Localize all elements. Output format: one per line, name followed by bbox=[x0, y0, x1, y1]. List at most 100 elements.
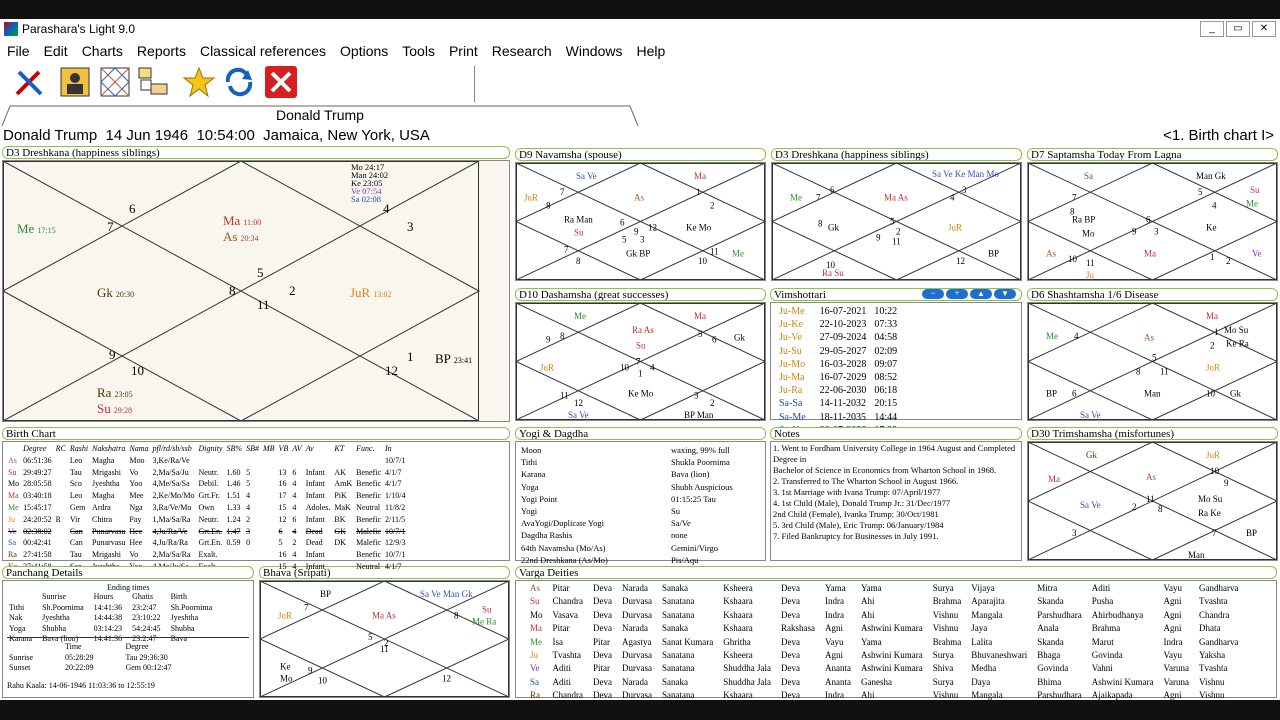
chart-label: 12 bbox=[442, 673, 451, 683]
maximize-button[interactable]: ▭ bbox=[1226, 21, 1250, 37]
table-row[interactable]: Su 29:49:27 Tau Mrigashi Vo 2,Ma/Sa/Ju Neutr. 1… bbox=[8, 468, 407, 478]
sun-row: Sunset 20:22:09 Gem 00:12:47 bbox=[9, 663, 172, 673]
chart-label: Gk bbox=[828, 222, 839, 232]
dasha-row[interactable]: Ju-Su 29-05-2027 02:09 bbox=[779, 346, 903, 357]
dasha-row[interactable]: Ju-Me 16-07-2021 10:22 bbox=[779, 306, 903, 317]
chart-label: 10 bbox=[620, 362, 630, 372]
chart-label: Sa Ve Man Gk bbox=[420, 589, 473, 599]
chart-label: JuR bbox=[1206, 362, 1220, 372]
table-row[interactable]: Ma 03:40:18 Leo Magha Mee 2,Ke/Mo/Mo Grt.Fr. 1.… bbox=[8, 491, 407, 501]
table-row[interactable]: As 06:51:36 Leo Magha Moo 3,Ke/Ra/Ve 10/7/1 bbox=[8, 456, 407, 466]
chart-label: 6 bbox=[1146, 215, 1151, 225]
menu-options[interactable]: Options bbox=[333, 43, 395, 59]
tab-donald-trump[interactable]: Donald Trump bbox=[276, 107, 364, 123]
table-row[interactable]: Ju 24:20:52 R Vir Chitra Pay 1,Ma/Sa/Ra Neutr. 1… bbox=[8, 515, 407, 525]
dasha-row[interactable]: Ju-Ke 22-10-2023 07:33 bbox=[779, 319, 903, 330]
chart-label: 1 bbox=[1214, 327, 1219, 337]
refresh-icon[interactable] bbox=[222, 65, 256, 99]
chart-label: JuR bbox=[948, 222, 962, 232]
chart-label: 3 bbox=[640, 234, 645, 244]
menu-reports[interactable]: Reports bbox=[130, 43, 193, 59]
chart-label: Mo Su bbox=[1198, 494, 1223, 504]
small-chart-body: Ma Me As Mo Su Ke Ra 4 1 2 JuR Gk BP Man 6 5 8 11 10 Sa V… bbox=[1027, 302, 1278, 421]
chart-label: Su bbox=[482, 605, 492, 615]
dasha-row[interactable]: Ju-Ma 16-07-2029 08:52 bbox=[779, 372, 903, 383]
note-line: 2nd Child (Female), Ivanka Trump: 30/Oct… bbox=[773, 509, 939, 519]
dasha-row[interactable]: Sa-Sa 14-11-2032 20:15 bbox=[779, 398, 903, 409]
chart-label: 11 bbox=[1160, 366, 1169, 376]
chart-label: 6 bbox=[1072, 388, 1077, 398]
chart-label: As bbox=[634, 193, 644, 203]
dasha-row[interactable]: Ju-Ra 22-06-2030 06:18 bbox=[779, 385, 903, 396]
tools-icon[interactable] bbox=[12, 65, 46, 99]
chart-label: Ke bbox=[1206, 222, 1217, 232]
chart-label: 3 bbox=[1154, 226, 1159, 236]
menu-edit[interactable]: Edit bbox=[37, 43, 75, 59]
person-chart-icon[interactable] bbox=[58, 65, 92, 99]
close-chart-icon[interactable] bbox=[264, 65, 298, 99]
menu-classical-references[interactable]: Classical references bbox=[193, 43, 333, 59]
menu-windows[interactable]: Windows bbox=[559, 43, 630, 59]
chart-label: Mo bbox=[280, 673, 293, 683]
planet-label: JuR 13:02 bbox=[350, 285, 391, 300]
chart-label: Sa Ve bbox=[576, 171, 597, 181]
house-number: 9 bbox=[109, 347, 116, 362]
star-icon[interactable] bbox=[182, 65, 216, 99]
house-number: 5 bbox=[257, 265, 264, 280]
chart-label: BP bbox=[1246, 528, 1257, 538]
menu-research[interactable]: Research bbox=[485, 43, 559, 59]
menu-charts[interactable]: Charts bbox=[75, 43, 130, 59]
dasha-row[interactable]: Sa-Me 18-11-2035 14:44 bbox=[779, 412, 903, 423]
chart-label: Su bbox=[636, 341, 646, 351]
chart-label: 3 bbox=[1072, 528, 1077, 538]
hand-pointer-icon[interactable] bbox=[136, 65, 170, 99]
small-chart-title: D10 Dashamsha (great successes) bbox=[515, 288, 766, 301]
chart-label: 2 bbox=[710, 201, 715, 211]
chart-label: 7 bbox=[1072, 193, 1077, 203]
table-row[interactable]: Ve 02:38:02 Can Punarvasu Hee 4,Ju/Ra/Ve Grt.E… bbox=[8, 527, 407, 537]
chart-grid-icon[interactable] bbox=[98, 65, 132, 99]
small-chart-diagram: Sa Man GkSuMe7854Ra BPMoKe69 3As Ma Ve10 111 2… bbox=[1028, 163, 1277, 280]
table-row[interactable]: Sa 00:42:41 Can Punarvasu Hee 4,Ju/Ra/Ra Grt.E… bbox=[8, 538, 407, 548]
planet-label: Ra 23:05 bbox=[97, 385, 133, 400]
table-row[interactable]: Me 15:45:17 Gem Ardra Nga 3,Ra/Ve/Mo Own 1.33 4 1… bbox=[8, 503, 407, 513]
note-line: 7. Filed Bankruptcy for Businesses in Ju… bbox=[773, 531, 939, 541]
chart-label: 5 bbox=[698, 329, 703, 339]
dasha-row[interactable]: Ju-Mo 16-03-2028 09:07 bbox=[779, 359, 903, 370]
house-number: 8 bbox=[229, 283, 236, 298]
chart-label: 11 bbox=[892, 236, 901, 246]
house-number: 1 bbox=[407, 349, 414, 364]
menu-file[interactable]: File bbox=[0, 43, 37, 59]
menu-help[interactable]: Help bbox=[629, 43, 672, 59]
chart-label: 7 bbox=[816, 193, 821, 203]
panchang-title: Panchang Details bbox=[2, 566, 254, 579]
collapse-button[interactable]: − bbox=[922, 289, 944, 299]
small-chart-panel: Bhava (Sripati) BP Sa Ve Man Gk Su Me Ra JuR M… bbox=[259, 566, 510, 698]
dasha-row[interactable]: Ju-Ve 27-09-2024 04:58 bbox=[779, 332, 903, 343]
expand-button[interactable]: + bbox=[946, 289, 968, 299]
close-window-button[interactable]: ✕ bbox=[1252, 21, 1276, 37]
toolbar-divider bbox=[474, 66, 475, 102]
varga-row: Su Chandra Deva Durvasa Sanatana Kshaara Deva I… bbox=[530, 596, 1228, 607]
chart-label: 8 bbox=[546, 201, 551, 211]
yogi-table: Moon waxing, 99% full Tithi Shukla Poornima… bbox=[519, 443, 763, 579]
chart-label: Man bbox=[1188, 550, 1205, 560]
menu-tools[interactable]: Tools bbox=[395, 43, 442, 59]
chart-label: Ke Mo bbox=[628, 388, 654, 398]
yogi-row: AvaYogi/Duplicate Yogi Sa/Ve bbox=[521, 518, 691, 529]
minimize-button[interactable]: _ bbox=[1200, 21, 1224, 37]
chart-label: 2 bbox=[1210, 341, 1215, 351]
chart-label: 3 bbox=[962, 185, 967, 195]
chart-label: 6 bbox=[620, 218, 625, 228]
up-button[interactable]: ▲ bbox=[970, 289, 992, 299]
small-chart-body: Sa Ve Ke Man Mo Me Ma As 7 6 3 4 Gk JuR 8 5 2 9 11 BP R… bbox=[771, 162, 1022, 281]
notes-body[interactable]: 1. Went to Fordham University College in… bbox=[770, 441, 1022, 561]
down-button[interactable]: ▼ bbox=[994, 289, 1016, 299]
panchang-panel: Panchang Details Ending times Sunrise Hou… bbox=[2, 566, 254, 698]
table-row[interactable]: Ra 27:41:58 Tau Mrigashi Vo 2,Ma/Sa/Ra Exalt. 1… bbox=[8, 550, 407, 560]
chart-nav[interactable]: <1. Birth chart I> bbox=[1163, 127, 1274, 144]
chart-label: Mo bbox=[1082, 228, 1095, 238]
menu-print[interactable]: Print bbox=[442, 43, 485, 59]
table-row[interactable]: Mo 28:05:58 Sco Jyeshtha Yoo 4,Me/Sa/Sa Debil.… bbox=[8, 479, 407, 489]
note-line: Bachelor of Science in Economics from Wh… bbox=[773, 465, 997, 475]
